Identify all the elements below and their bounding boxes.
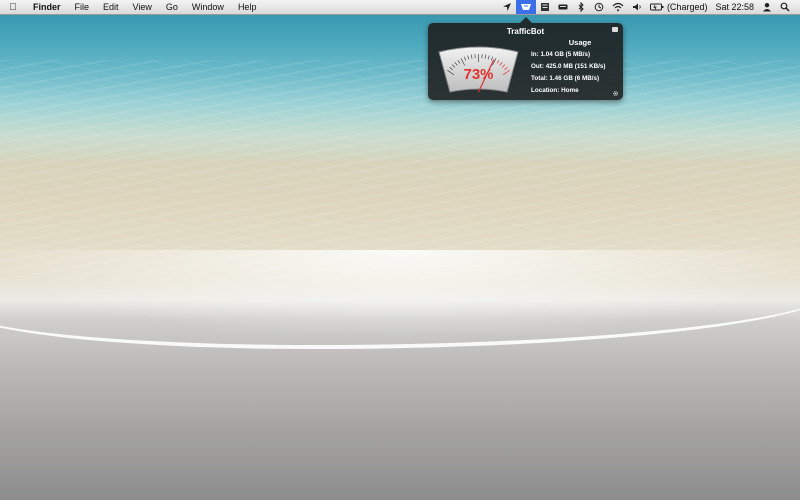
battery-label: (Charged) [666, 2, 708, 12]
stat-in: In: 1.04 GB (5 MB/s) [531, 51, 591, 58]
keyboard-icon[interactable] [554, 0, 572, 14]
trafficbot-popover: TrafficBot 73% Usage In: 1.04 GB (5 MB/s… [428, 17, 623, 100]
gear-icon[interactable] [612, 90, 619, 97]
spotlight-search-icon[interactable] [776, 0, 794, 14]
volume-icon[interactable] [628, 0, 646, 14]
stat-out: Out: 425.0 MB (151 KB/s) [531, 63, 606, 70]
menu-app-name[interactable]: Finder [26, 0, 68, 14]
menubar-clock[interactable]: Sat 22:58 [711, 0, 758, 14]
user-icon[interactable] [758, 0, 776, 14]
battery-status[interactable]: (Charged) [646, 0, 712, 14]
wifi-icon[interactable] [608, 0, 628, 14]
location-arrow-icon[interactable] [498, 0, 516, 14]
bluetooth-icon[interactable] [572, 0, 590, 14]
trafficbot-status-icon[interactable] [515, 0, 536, 14]
popover-title: TrafficBot [506, 27, 545, 36]
desktop-wallpaper [0, 0, 800, 500]
usage-stats: Usage In: 1.04 GB (5 MB/s) Out: 425.0 MB… [531, 38, 623, 99]
usage-gauge: 73% [438, 46, 519, 93]
apple-menu-icon[interactable]:  [0, 2, 26, 13]
time-machine-icon[interactable] [590, 0, 608, 14]
notes-icon[interactable] [536, 0, 554, 14]
detach-button[interactable] [612, 27, 618, 32]
usage-heading: Usage [568, 38, 592, 47]
menu-window[interactable]: Window [185, 0, 231, 14]
menu-view[interactable]: View [126, 0, 159, 14]
status-area: (Charged) Sat 22:58 [498, 0, 794, 14]
gauge-value: 73% [463, 66, 493, 83]
menu-file[interactable]: File [68, 0, 97, 14]
stat-total: Total: 1.46 GB (6 MB/s) [531, 75, 600, 82]
menu-go[interactable]: Go [159, 0, 185, 14]
menu-edit[interactable]: Edit [96, 0, 126, 14]
menu-bar:  Finder File Edit View Go Window Help [0, 0, 800, 15]
menu-help[interactable]: Help [231, 0, 264, 14]
stat-location: Location: Home [531, 87, 579, 94]
